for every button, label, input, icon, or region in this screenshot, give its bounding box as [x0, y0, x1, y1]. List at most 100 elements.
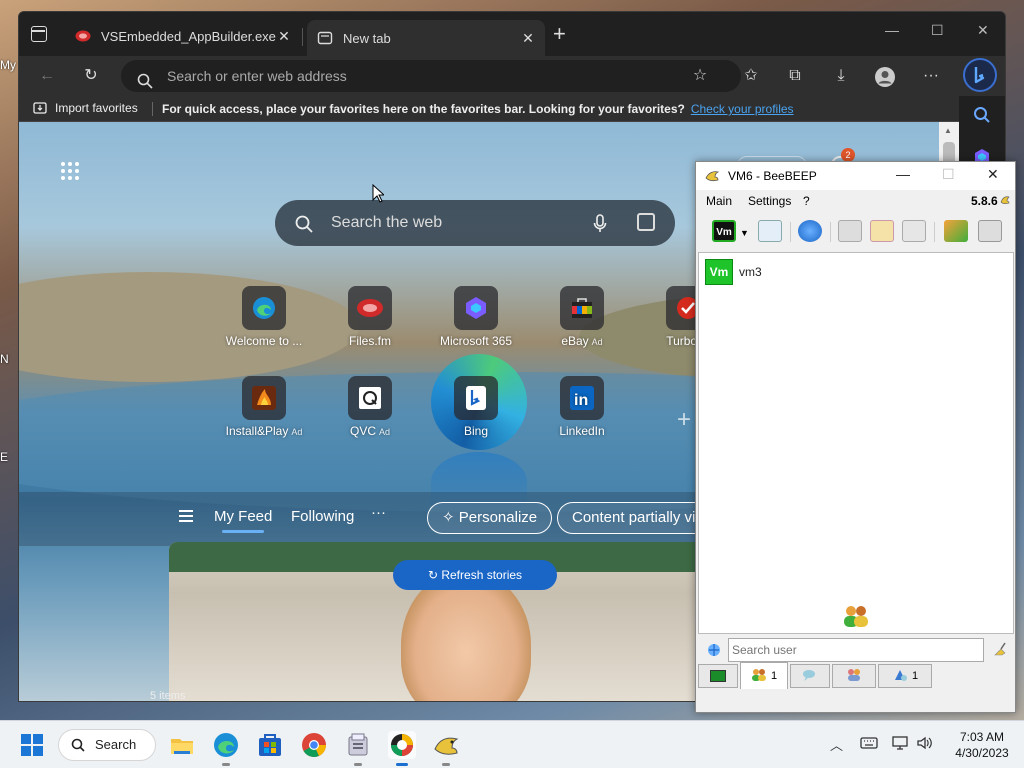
beebeep-toolbar: Vm ▼: [696, 212, 1015, 250]
start-button[interactable]: [18, 731, 46, 759]
tab-users[interactable]: 1: [740, 662, 788, 689]
status-dropdown-icon[interactable]: ▼: [740, 228, 749, 238]
screen-recorder-icon[interactable]: [388, 731, 416, 766]
file-explorer-icon[interactable]: [168, 731, 196, 759]
desktop-icon-label[interactable]: E: [0, 450, 8, 464]
tab-new-tab[interactable]: New tab ✕: [307, 20, 545, 56]
refresh-button[interactable]: ↻: [81, 66, 101, 86]
status-vm-icon[interactable]: Vm: [712, 220, 736, 242]
keyboard-icon[interactable]: [860, 736, 878, 753]
quick-link-bing[interactable]: Bing: [431, 376, 521, 438]
network-status-icon[interactable]: [706, 642, 722, 663]
visual-search-icon[interactable]: [637, 213, 655, 231]
scroll-up-arrow[interactable]: ▲: [944, 126, 952, 135]
sidebar-search-icon[interactable]: [973, 106, 991, 129]
collections-icon[interactable]: ⧉: [785, 66, 805, 86]
tab-screens[interactable]: [698, 664, 738, 688]
ebay-icon: [560, 286, 604, 330]
refresh-stories-button[interactable]: ↻ Refresh stories: [393, 560, 557, 590]
close-tab-icon[interactable]: ✕: [521, 30, 535, 47]
quick-link-ebay[interactable]: eBay Ad: [537, 286, 627, 348]
tab-vsembedded[interactable]: VSEmbedded_AppBuilder.exe and ✕: [65, 20, 301, 52]
toolbar-separator: [830, 222, 831, 242]
beebeep-title: VM6 - BeeBEEP: [728, 169, 817, 183]
tools-icon[interactable]: [902, 220, 926, 242]
share-files-icon[interactable]: [944, 220, 968, 242]
show-hidden-icons[interactable]: ︿: [830, 735, 843, 754]
favorites-icon[interactable]: ✩: [741, 66, 761, 86]
list-item[interactable]: Vm vm3: [705, 259, 762, 285]
groups-icon: [846, 668, 862, 685]
minimize-button[interactable]: —: [885, 22, 899, 38]
quick-link-filesfm[interactable]: Files.fm: [325, 286, 415, 348]
beebeep-titlebar: VM6 - BeeBEEP — ☐ ✕: [696, 162, 1015, 190]
add-quick-link-button[interactable]: +: [677, 406, 691, 434]
import-favorites-button[interactable]: Import favorites: [33, 101, 138, 115]
menu-settings[interactable]: Settings: [748, 194, 791, 208]
more-options-icon[interactable]: ···: [921, 66, 941, 86]
microsoft-store-icon[interactable]: [256, 731, 284, 759]
users-group-icon: [841, 603, 871, 634]
tab-groups[interactable]: [832, 664, 876, 688]
personalize-button[interactable]: ✧ Personalize: [427, 502, 553, 534]
menu-help[interactable]: ?: [803, 194, 810, 208]
quick-link-linkedin[interactable]: in LinkedIn: [537, 376, 627, 438]
minimize-button[interactable]: —: [896, 166, 910, 182]
newtab-icon: [317, 31, 333, 45]
bing-chat-icon[interactable]: [963, 58, 997, 92]
clear-search-icon[interactable]: [992, 641, 1008, 662]
close-window-button[interactable]: ✕: [987, 166, 999, 183]
desktop-icon-label[interactable]: N: [0, 352, 9, 366]
maximize-button[interactable]: ☐: [942, 166, 955, 183]
back-button[interactable]: ←: [37, 66, 57, 86]
apps-grid-icon[interactable]: [61, 162, 81, 182]
new-tab-button[interactable]: +: [553, 23, 566, 45]
user-list: Vm vm3: [698, 252, 1014, 634]
chrome-icon[interactable]: [300, 731, 328, 759]
close-tab-icon[interactable]: ✕: [277, 28, 291, 45]
taskbar: Search ︿ 7:03 AM 4/30/2023: [0, 720, 1024, 768]
tab-file-sharing[interactable]: 1: [878, 664, 932, 688]
system-clock[interactable]: 7:03 AM 4/30/2023: [942, 729, 1022, 761]
volume-icon[interactable]: [916, 736, 934, 753]
user-name: vm3: [739, 265, 762, 279]
update-icon[interactable]: [999, 192, 1011, 209]
network-tray-icon[interactable]: [892, 736, 910, 753]
beebeep-taskbar-icon[interactable]: [432, 731, 460, 766]
app-builder-icon[interactable]: [344, 731, 372, 766]
import-icon: [33, 102, 47, 114]
home-icon[interactable]: [838, 220, 862, 242]
menu-main[interactable]: Main: [706, 194, 732, 208]
write-note-icon[interactable]: [870, 220, 894, 242]
tab-actions-icon[interactable]: [31, 26, 47, 42]
quick-link-qvc[interactable]: QVC Ad: [325, 376, 415, 438]
edge-taskbar-icon[interactable]: [212, 731, 240, 766]
svg-text:in: in: [574, 392, 588, 409]
web-search-box[interactable]: Search the web: [275, 200, 675, 246]
edit-profile-icon[interactable]: [758, 220, 782, 242]
feed-more-button[interactable]: ···: [371, 504, 386, 521]
add-favorite-icon[interactable]: ☆: [690, 66, 710, 86]
tab-following[interactable]: Following: [291, 508, 354, 525]
microphone-icon[interactable]: [593, 200, 607, 246]
downloads-icon[interactable]: ⤓: [831, 66, 851, 86]
feed-menu-icon[interactable]: [179, 510, 193, 525]
quick-link-welcome[interactable]: Welcome to ...: [219, 286, 309, 348]
quick-link-m365[interactable]: Microsoft 365: [431, 286, 521, 348]
clock-time: 7:03 AM: [959, 730, 1005, 744]
linkedin-icon: in: [560, 376, 604, 420]
check-profiles-link[interactable]: Check your profiles: [691, 102, 794, 116]
maximize-button[interactable]: ☐: [931, 22, 944, 39]
taskbar-search[interactable]: Search: [58, 729, 156, 761]
search-icon: [71, 730, 85, 760]
close-window-button[interactable]: ✕: [977, 22, 989, 39]
user-search-input[interactable]: [728, 638, 984, 662]
desktop-icon-label[interactable]: My: [0, 58, 16, 72]
quick-link-installplay[interactable]: Install&Play Ad: [219, 376, 309, 438]
address-bar[interactable]: Search or enter web address: [121, 60, 741, 92]
tab-my-feed[interactable]: My Feed: [214, 508, 272, 533]
network-icon[interactable]: [798, 220, 822, 242]
tab-chats[interactable]: [790, 664, 830, 688]
profile-icon[interactable]: [874, 66, 895, 87]
clear-icon[interactable]: [978, 220, 1002, 242]
